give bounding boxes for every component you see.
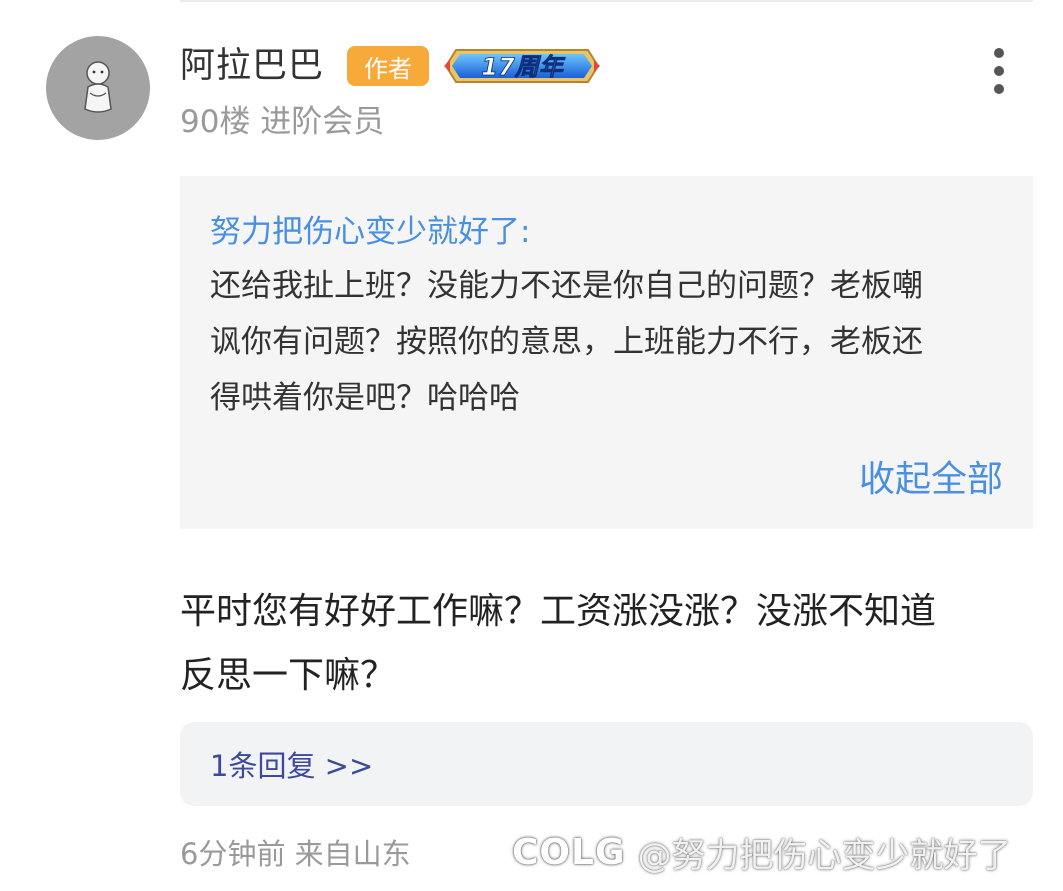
anniversary-badge: 17周年 — [442, 44, 602, 88]
quote-line: 还给我扯上班？没能力不还是你自己的问题？老板嘲 — [210, 268, 923, 304]
timestamp: 6分钟前 来自山东 — [180, 837, 411, 871]
avatar[interactable] — [46, 36, 150, 140]
view-replies-button[interactable]: 1条回复 >> — [180, 722, 1033, 806]
floor-meta: 90楼 进阶会员 — [180, 104, 385, 140]
author-badge: 作者 — [347, 46, 429, 86]
watermark: COLG @努力把伤心变少就好了 — [512, 824, 1012, 880]
quoted-comment: 努力把伤心变少就好了: 还给我扯上班？没能力不还是你自己的问题？老板嘲 讽你有问… — [180, 176, 1033, 529]
watermark-logo: COLG — [512, 831, 626, 873]
quote-line: 讽你有问题？按照你的意思，上班能力不行，老板还 — [210, 324, 923, 360]
quote-author[interactable]: 努力把伤心变少就好了: — [210, 210, 1003, 254]
avatar-figure-icon — [84, 61, 112, 113]
top-divider — [180, 0, 1033, 2]
collapse-all-button[interactable]: 收起全部 — [859, 458, 1003, 502]
quote-text: 还给我扯上班？没能力不还是你自己的问题？老板嘲 讽你有问题？按照你的意思，上班能… — [210, 258, 1003, 426]
anniversary-badge-label: 17周年 — [481, 53, 565, 81]
view-replies-label: 1条回复 >> — [210, 749, 374, 783]
reply-content: 平时您有好好工作嘛？工资涨没涨？没涨不知道 反思一下嘛？ — [180, 580, 1040, 708]
reply-line: 反思一下嘛？ — [180, 655, 397, 696]
quote-line: 得哄着你是吧？哈哈哈 — [210, 380, 520, 416]
more-options-icon[interactable] — [982, 46, 1016, 96]
reply-line: 平时您有好好工作嘛？工资涨没涨？没涨不知道 — [180, 591, 937, 632]
username[interactable]: 阿拉巴巴 — [180, 44, 324, 88]
watermark-text: @努力把伤心变少就好了 — [637, 835, 1012, 876]
